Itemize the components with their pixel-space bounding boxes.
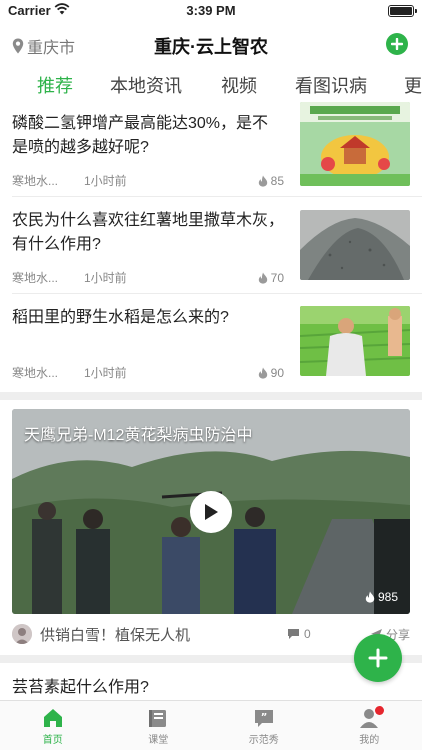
tab-image-diagnosis[interactable]: 看图识病 xyxy=(295,72,367,98)
avatar[interactable] xyxy=(12,624,32,644)
article-title: 磷酸二氢钾增产最高能达30%，是不是喷的越多越好呢? xyxy=(12,115,269,156)
svg-text:”: ” xyxy=(260,712,267,723)
ash-pile-image xyxy=(300,210,410,280)
play-icon xyxy=(205,504,218,520)
video-views: 985 xyxy=(365,590,398,604)
tab-bar-showcase[interactable]: ” 示范秀 xyxy=(211,701,317,750)
article-views: 90 xyxy=(258,364,284,381)
bottom-tab-bar: 首页 课堂 ” 示范秀 我的 xyxy=(0,700,422,750)
video-title: 天鹰兄弟-M12黄花梨病虫防治中 xyxy=(24,427,253,444)
video-player[interactable]: 天鹰兄弟-M12黄花梨病虫防治中 985 xyxy=(12,409,410,614)
floating-add-button[interactable] xyxy=(354,634,402,682)
flame-icon xyxy=(258,175,267,187)
article-card[interactable]: 磷酸二氢钾增产最高能达30%，是不是喷的越多越好呢? 寒地水... 1小时前 8… xyxy=(0,102,422,196)
book-icon xyxy=(149,710,167,727)
article-time: 1小时前 xyxy=(84,271,127,285)
play-button[interactable] xyxy=(190,491,232,533)
tab-more[interactable]: 更 xyxy=(404,72,422,98)
tab-bar-home[interactable]: 首页 xyxy=(0,701,106,750)
add-button[interactable] xyxy=(386,33,408,55)
tab-recommend[interactable]: 推荐 xyxy=(37,72,73,98)
tab-bar-profile[interactable]: 我的 xyxy=(317,701,422,750)
article-meta: 寒地水... 1小时前 90 xyxy=(12,364,284,381)
tab-bar-label: 示范秀 xyxy=(248,735,279,746)
notification-badge xyxy=(374,706,384,715)
battery-icon xyxy=(388,5,417,17)
article-card[interactable]: 稻田里的野生水稻是怎么来的? 寒地水... 1小时前 90 xyxy=(0,294,422,390)
fertilizer-bag-image xyxy=(300,102,410,186)
category-tabs: 推荐 本地资讯 视频 看图识病 更 xyxy=(0,66,422,102)
comment-icon xyxy=(288,629,299,639)
quote-bubble-icon: ” xyxy=(254,710,273,727)
flame-icon xyxy=(258,367,267,379)
video-author[interactable]: 供销白雪！植保无人机 xyxy=(40,624,190,645)
article-views: 85 xyxy=(258,172,284,189)
article-source: 寒地水... xyxy=(12,271,59,285)
status-time: 3:39 PM xyxy=(186,3,236,18)
article-views: 70 xyxy=(258,269,284,286)
plus-icon xyxy=(368,648,388,668)
plus-icon xyxy=(391,38,403,50)
page-title: 重庆·云上智农 xyxy=(154,37,268,57)
news-feed: 磷酸二氢钾增产最高能达30%，是不是喷的越多越好呢? 寒地水... 1小时前 8… xyxy=(0,102,422,700)
article-time: 1小时前 xyxy=(84,174,127,188)
article-time: 1小时前 xyxy=(84,366,127,380)
section-divider xyxy=(0,392,422,400)
article-title: 稻田里的野生水稻是怎么来的? xyxy=(12,309,229,326)
article-source: 寒地水... xyxy=(12,366,59,380)
tab-bar-classroom[interactable]: 课堂 xyxy=(106,701,212,750)
status-bar: Carrier 3:39 PM xyxy=(0,0,422,22)
tab-bar-label: 我的 xyxy=(359,735,380,746)
article-title: 农民为什么喜欢往红薯地里撒草木灰，有什么作用? xyxy=(12,212,285,253)
home-icon xyxy=(43,709,62,727)
flame-icon xyxy=(365,591,375,603)
article-source: 寒地水... xyxy=(12,174,59,188)
tab-local-news[interactable]: 本地资讯 xyxy=(110,72,182,98)
flame-icon xyxy=(258,272,267,284)
tab-video[interactable]: 视频 xyxy=(221,72,257,98)
rice-field-image xyxy=(300,306,410,376)
comment-button[interactable]: 0 xyxy=(287,627,311,641)
nav-header: 重庆市 重庆·云上智农 xyxy=(0,22,422,66)
article-card[interactable]: 农民为什么喜欢往红薯地里撒草木灰，有什么作用? 寒地水... 1小时前 70 xyxy=(0,197,422,293)
video-footer: 供销白雪！植保无人机 0 分享 xyxy=(12,620,410,648)
tab-bar-label: 首页 xyxy=(42,735,63,746)
article-meta: 寒地水... 1小时前 85 xyxy=(12,172,284,189)
article-meta: 寒地水... 1小时前 70 xyxy=(12,269,284,286)
tab-bar-label: 课堂 xyxy=(148,735,169,746)
article-title: 芸苔素起什么作用? xyxy=(12,679,149,696)
